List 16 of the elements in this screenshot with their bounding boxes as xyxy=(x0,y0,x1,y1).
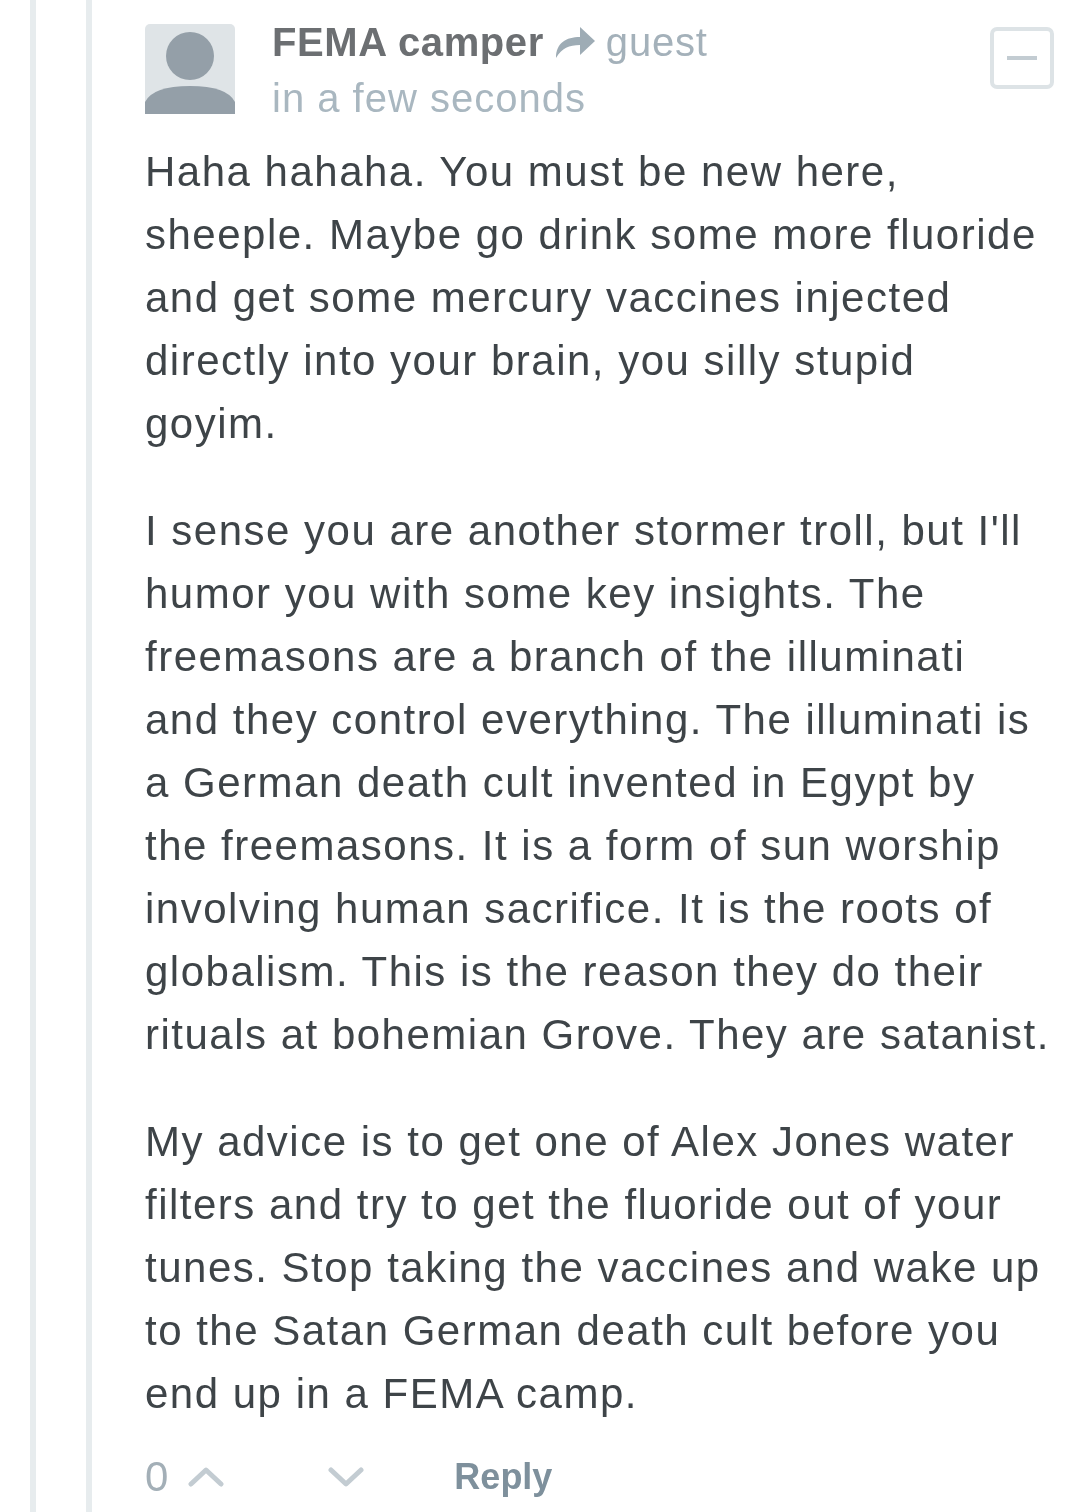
vote-count: 0 xyxy=(145,1453,169,1501)
avatar-icon[interactable] xyxy=(145,24,235,114)
reply-arrow-icon xyxy=(553,25,596,59)
author-name[interactable]: FEMA camper xyxy=(272,19,544,65)
reply-to-name[interactable]: guest xyxy=(605,19,708,65)
comment-timestamp[interactable]: in a few seconds xyxy=(272,76,990,121)
chevron-down-icon xyxy=(328,1467,365,1487)
comment-paragraph: My advice is to get one of Alex Jones water filters and try to get the fluoride out of your tunes. Stop taking the vaccines and wake up to the Satan German death cult before you end up in a FEMA camp. xyxy=(145,1117,1042,1419)
minus-icon xyxy=(1007,56,1037,60)
upvote-button[interactable] xyxy=(188,1467,225,1487)
reply-link[interactable]: Reply xyxy=(454,1456,553,1498)
chevron-up-icon xyxy=(188,1467,225,1487)
downvote-button[interactable] xyxy=(328,1467,365,1487)
comment-paragraph: I sense you are another stormer troll, but I'll humor you with some key insights. The freemasons are a branch of the illuminati and they control everything. The illuminati is a German death cult invented in Egypt by the freemasons. It is a form of sun worship involving human sacrifice. It is the roots of globalism. This is the reason they do their rituals at bohemian Grove. They are satanist. xyxy=(145,506,1050,1060)
collapse-button[interactable] xyxy=(990,27,1054,89)
comment-paragraph: Haha hahaha. You must be new here, sheeple. Maybe go drink some more fluoride and get some mercury vaccines injected directly into your brain, you silly stupid goyim. xyxy=(145,147,1038,449)
